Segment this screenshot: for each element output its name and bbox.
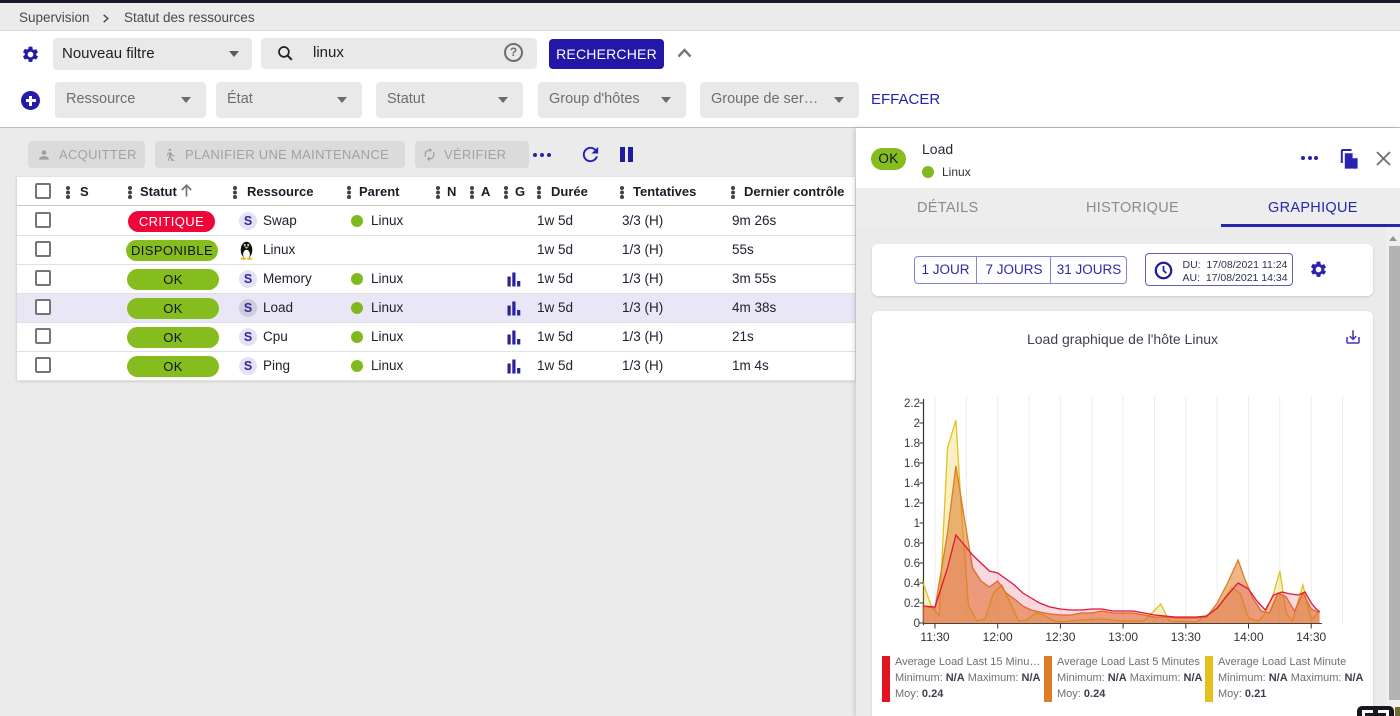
svg-text:13:00: 13:00 xyxy=(1108,630,1138,644)
svg-text:12:00: 12:00 xyxy=(983,630,1013,644)
svg-text:0.6: 0.6 xyxy=(904,558,920,570)
svg-text:1.2: 1.2 xyxy=(904,498,920,510)
svg-text:12:30: 12:30 xyxy=(1045,630,1075,644)
svg-text:13:30: 13:30 xyxy=(1171,630,1201,644)
svg-text:14:00: 14:00 xyxy=(1233,630,1263,644)
svg-text:1.8: 1.8 xyxy=(904,438,920,450)
svg-text:2.2: 2.2 xyxy=(904,398,920,410)
svg-text:2: 2 xyxy=(914,418,920,430)
svg-text:1.6: 1.6 xyxy=(904,458,920,470)
svg-text:0.2: 0.2 xyxy=(904,598,920,610)
svg-text:11:30: 11:30 xyxy=(920,630,949,644)
svg-text:0: 0 xyxy=(914,618,920,630)
svg-text:0.4: 0.4 xyxy=(904,578,921,590)
svg-text:1.4: 1.4 xyxy=(904,478,921,490)
svg-text:0.8: 0.8 xyxy=(904,538,920,550)
svg-text:14:30: 14:30 xyxy=(1296,630,1326,644)
svg-text:1: 1 xyxy=(914,518,920,530)
